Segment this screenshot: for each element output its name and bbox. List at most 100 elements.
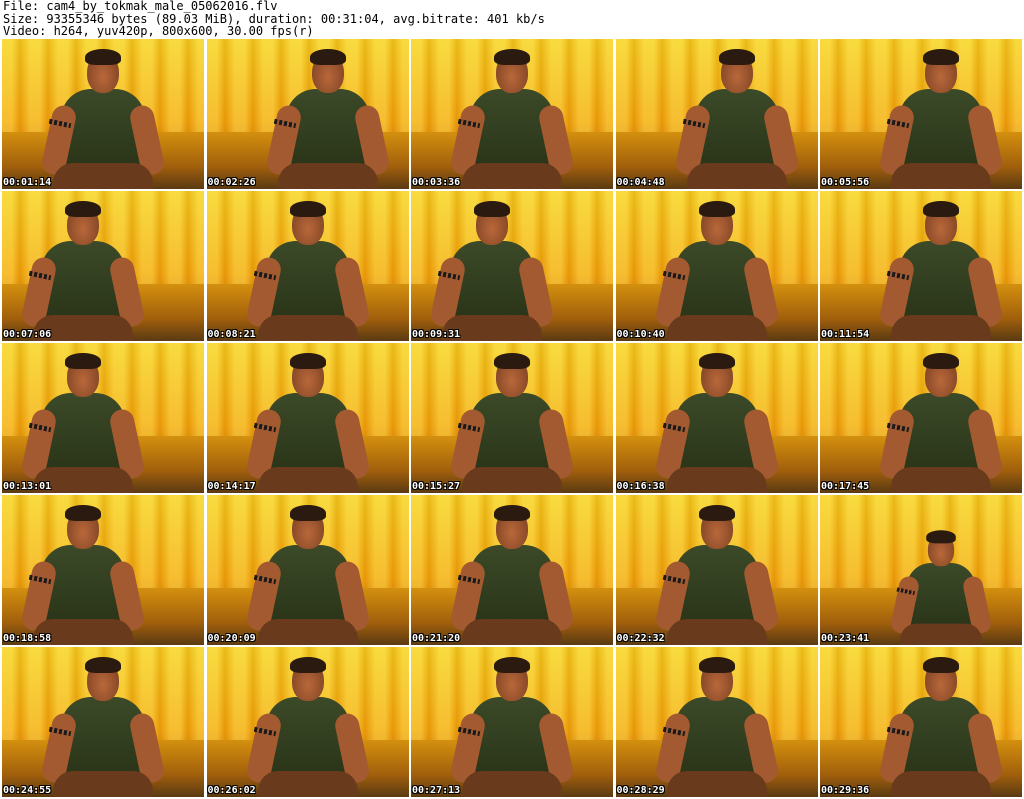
person-hair bbox=[289, 657, 326, 673]
person-figure bbox=[244, 201, 371, 341]
person-figure bbox=[448, 353, 576, 493]
person-legs bbox=[666, 619, 767, 645]
video-thumbnail: 00:27:13 bbox=[411, 647, 613, 797]
person-hair bbox=[923, 353, 959, 369]
person-hair bbox=[85, 657, 121, 673]
person-legs bbox=[462, 467, 562, 493]
person-figure bbox=[244, 505, 371, 645]
person-figure bbox=[19, 201, 147, 341]
person-figure bbox=[19, 353, 147, 493]
person-figure bbox=[428, 201, 556, 341]
thumbnail-timestamp: 00:16:38 bbox=[616, 481, 665, 492]
person-hair bbox=[494, 49, 530, 65]
person-hair bbox=[923, 201, 959, 217]
person-legs bbox=[462, 163, 562, 189]
person-figure bbox=[653, 201, 780, 341]
person-figure bbox=[653, 353, 780, 493]
person-legs bbox=[891, 771, 991, 797]
thumbnail-timestamp: 00:20:09 bbox=[207, 633, 256, 644]
thumbnail-timestamp: 00:07:06 bbox=[3, 329, 52, 340]
person-legs bbox=[666, 315, 767, 341]
person-hair bbox=[65, 505, 101, 521]
thumbnail-timestamp: 00:04:48 bbox=[616, 177, 665, 188]
video-thumbnail: 00:10:40 bbox=[615, 191, 818, 341]
video-thumbnail: 00:14:17 bbox=[206, 343, 409, 493]
person-hair bbox=[289, 353, 326, 369]
thumbnail-timestamp: 00:21:20 bbox=[412, 633, 461, 644]
video-thumbnail: 00:28:29 bbox=[615, 647, 818, 797]
video-thumbnail: 00:20:09 bbox=[206, 495, 409, 645]
person-legs bbox=[686, 163, 787, 189]
person-figure bbox=[244, 353, 371, 493]
person-legs bbox=[462, 619, 562, 645]
person-hair bbox=[494, 505, 530, 521]
person-figure bbox=[877, 201, 1005, 341]
thumbnail-timestamp: 00:24:55 bbox=[3, 785, 52, 796]
person-hair bbox=[698, 201, 735, 217]
person-figure bbox=[39, 657, 167, 797]
thumbnail-timestamp: 00:08:21 bbox=[207, 329, 256, 340]
video-thumbnail: 00:01:14 bbox=[2, 39, 204, 189]
person-figure bbox=[889, 530, 993, 645]
person-hair bbox=[698, 505, 735, 521]
person-figure bbox=[877, 353, 1005, 493]
video-thumbnail: 00:23:41 bbox=[820, 495, 1022, 645]
person-legs bbox=[666, 771, 767, 797]
video-info-line: Video: h264, yuv420p, 800x600, 30.00 fps… bbox=[3, 24, 314, 38]
thumbnail-timestamp: 00:01:14 bbox=[3, 177, 52, 188]
video-thumbnail: 00:21:20 bbox=[411, 495, 613, 645]
person-legs bbox=[53, 771, 153, 797]
video-thumbnail: 00:05:56 bbox=[820, 39, 1022, 189]
thumbnail-timestamp: 00:26:02 bbox=[207, 785, 256, 796]
video-thumbnail: 00:26:02 bbox=[206, 647, 409, 797]
file-name-line: File: cam4_by_tokmak_male_05062016.flv bbox=[3, 0, 278, 13]
person-legs bbox=[257, 315, 358, 341]
video-thumbnail: 00:08:21 bbox=[206, 191, 409, 341]
video-thumbnail: 00:29:36 bbox=[820, 647, 1022, 797]
thumbnail-timestamp: 00:14:17 bbox=[207, 481, 256, 492]
person-legs bbox=[462, 771, 562, 797]
person-legs bbox=[900, 623, 982, 645]
person-hair bbox=[494, 657, 530, 673]
video-thumbnail: 00:02:26 bbox=[206, 39, 409, 189]
person-figure bbox=[19, 505, 147, 645]
person-figure bbox=[39, 49, 167, 189]
person-legs bbox=[53, 163, 153, 189]
person-hair bbox=[923, 657, 959, 673]
thumbnail-timestamp: 00:13:01 bbox=[3, 481, 52, 492]
person-figure bbox=[448, 49, 576, 189]
person-figure bbox=[653, 657, 780, 797]
thumbnail-timestamp: 00:18:58 bbox=[3, 633, 52, 644]
thumbnail-timestamp: 00:22:32 bbox=[616, 633, 665, 644]
person-legs bbox=[891, 315, 991, 341]
person-figure bbox=[244, 657, 371, 797]
thumbnail-grid: 00:01:14 00:02:26 00:03:36 00:04:48 00:05:56… bbox=[2, 39, 1022, 797]
thumbnail-timestamp: 00:02:26 bbox=[207, 177, 256, 188]
person-legs bbox=[257, 771, 358, 797]
thumbnail-timestamp: 00:10:40 bbox=[616, 329, 665, 340]
person-hair bbox=[289, 505, 326, 521]
person-hair bbox=[494, 353, 530, 369]
person-legs bbox=[277, 163, 378, 189]
video-thumbnail: 00:07:06 bbox=[2, 191, 204, 341]
person-figure bbox=[653, 505, 780, 645]
thumbnail-timestamp: 00:27:13 bbox=[412, 785, 461, 796]
person-legs bbox=[891, 163, 991, 189]
thumbnail-timestamp: 00:23:41 bbox=[821, 633, 870, 644]
thumbnail-timestamp: 00:11:54 bbox=[821, 329, 870, 340]
person-hair bbox=[698, 657, 735, 673]
person-hair bbox=[474, 201, 510, 217]
person-legs bbox=[666, 467, 767, 493]
person-hair bbox=[698, 353, 735, 369]
person-legs bbox=[891, 467, 991, 493]
person-figure bbox=[673, 49, 800, 189]
video-thumbnail: 00:18:58 bbox=[2, 495, 204, 645]
thumbnail-timestamp: 00:17:45 bbox=[821, 481, 870, 492]
video-thumbnail: 00:17:45 bbox=[820, 343, 1022, 493]
person-figure bbox=[264, 49, 391, 189]
video-thumbnail: 00:24:55 bbox=[2, 647, 204, 797]
video-thumbnail: 00:15:27 bbox=[411, 343, 613, 493]
person-hair bbox=[85, 49, 121, 65]
video-thumbnail: 00:09:31 bbox=[411, 191, 613, 341]
person-hair bbox=[65, 353, 101, 369]
